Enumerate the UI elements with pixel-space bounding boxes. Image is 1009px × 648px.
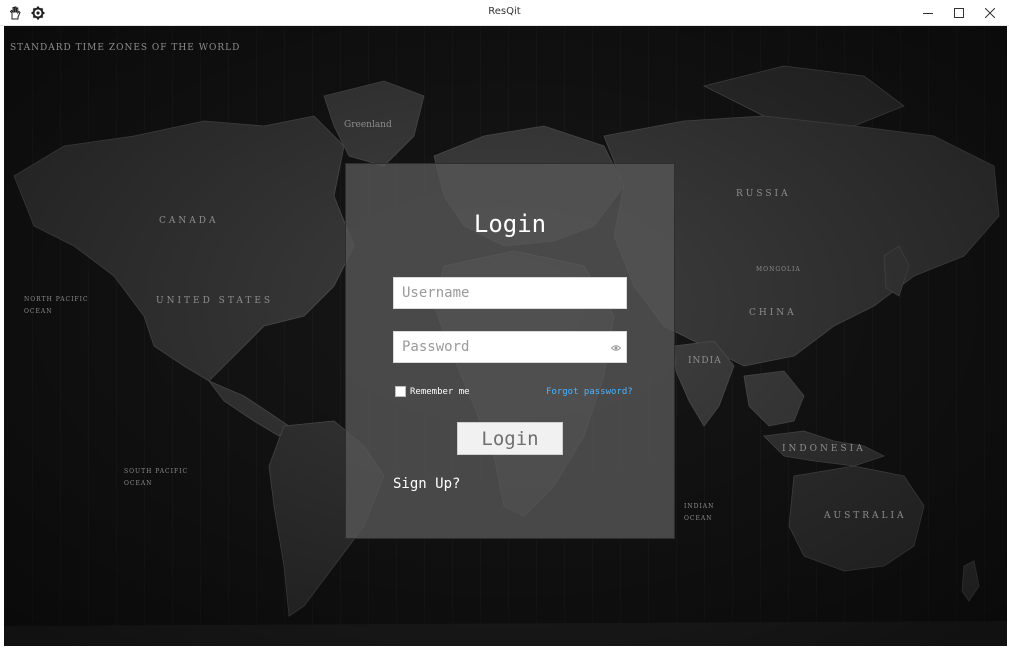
map-label-indonesia: INDONESIA: [782, 444, 866, 454]
map-label-china: CHINA: [749, 308, 797, 318]
minimize-button[interactable]: [911, 0, 945, 26]
login-panel: Login Remember me Forgot password? Login…: [345, 163, 675, 539]
window-title: ResQit: [488, 6, 521, 17]
login-button[interactable]: Login: [457, 422, 563, 455]
map-label-mongolia: MONGOLIA: [756, 266, 801, 273]
close-icon: [985, 8, 995, 18]
sign-up-link[interactable]: Sign Up?: [393, 476, 460, 492]
maximize-button[interactable]: [942, 0, 976, 26]
map-label-canada: CANADA: [159, 216, 219, 226]
map-header-label: STANDARD TIME ZONES OF THE WORLD: [10, 43, 241, 53]
map-label-north-pacific: NORTH PACIFIC OCEAN: [24, 296, 89, 315]
forgot-password-link[interactable]: Forgot password?: [546, 387, 633, 397]
map-label-indian-ocean: INDIAN OCEAN: [684, 503, 715, 522]
close-button[interactable]: [973, 0, 1007, 26]
username-field[interactable]: [393, 277, 627, 309]
password-field[interactable]: [393, 331, 627, 363]
username-input[interactable]: [394, 278, 626, 308]
password-input[interactable]: [394, 332, 626, 362]
login-title: Login: [473, 210, 547, 238]
remember-me-label: Remember me: [410, 386, 470, 397]
maximize-icon: [954, 8, 964, 18]
remember-me-checkbox[interactable]: [395, 386, 406, 397]
map-label-greenland: Greenland: [344, 120, 392, 130]
remember-me-option[interactable]: Remember me: [395, 386, 470, 397]
map-label-south-pacific: SOUTH PACIFIC OCEAN: [124, 468, 189, 487]
show-password-eye-icon[interactable]: [611, 343, 621, 353]
minimize-icon: [923, 13, 933, 14]
map-label-india: INDIA: [688, 356, 722, 366]
title-bar: ResQit: [0, 0, 1009, 26]
map-label-australia: AUSTRALIA: [824, 511, 907, 521]
map-label-united-states: UNITED STATES: [156, 296, 274, 306]
map-label-russia: RUSSIA: [736, 189, 791, 199]
